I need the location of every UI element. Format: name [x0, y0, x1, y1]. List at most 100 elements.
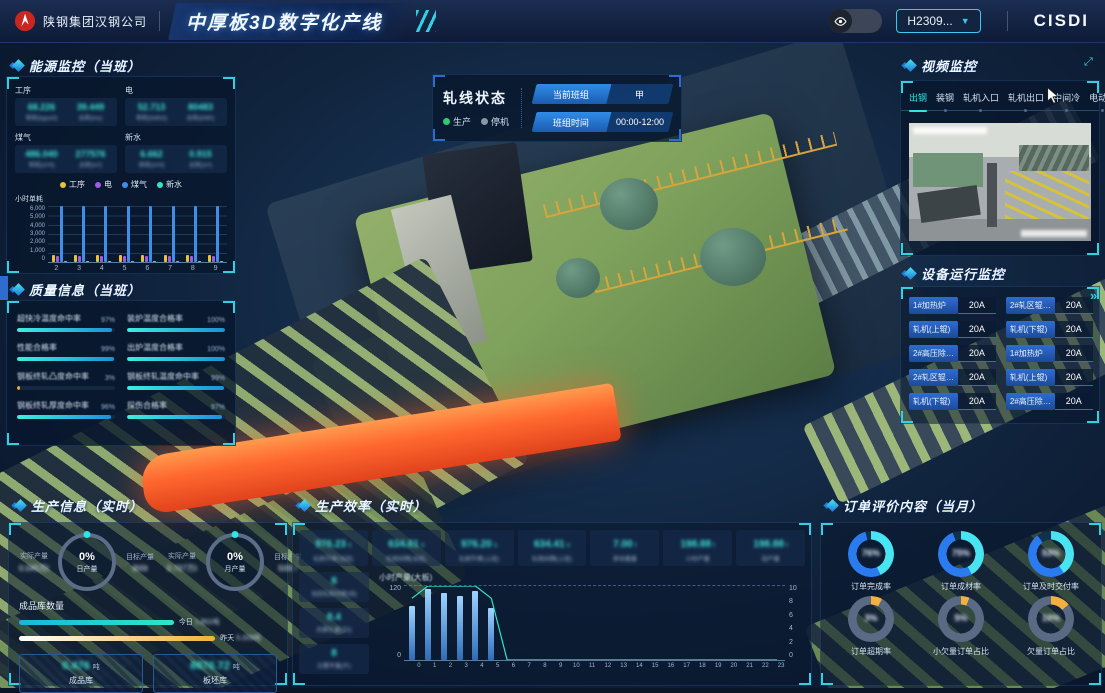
cctv-equipment — [917, 185, 981, 223]
company-name: 陕钢集团汉钢公司 — [43, 13, 147, 30]
order-overdue-donut: 3% 订单超期率 — [827, 596, 915, 657]
quality-item: 钢板终轧凸度命中率3% — [17, 371, 115, 390]
diamond-icon — [12, 59, 25, 72]
video-expand-icon[interactable]: ⤢ — [1084, 56, 1093, 69]
dotted-divider — [521, 88, 522, 128]
energy-group-gas: 煤气 486.040单耗(m³/t) 277576总耗(m³) — [15, 132, 117, 173]
legend-dot — [60, 182, 66, 188]
monthly-output-gauge-group: 实际产量0.767万t 0% 月产量 目标产量5000t — [161, 533, 309, 591]
company-logo: 陕钢集团汉钢公司 — [14, 10, 147, 32]
quality-item: 性能合格率99% — [17, 342, 115, 361]
camera-name-overlay — [1021, 230, 1087, 237]
camera-tabs: 出钢 装钢 轧机入口 轧机出口 中间冷 电动热 — [901, 81, 1099, 111]
quality-panel-title: 质量信息（当班） — [29, 280, 141, 299]
diamond-icon — [826, 499, 839, 512]
orders-panel: 76% 订单完成率 75% 订单成材率 53% 订单及时交付率 3% 订单超期率… — [820, 522, 1102, 686]
production-panel-title: 生产信息（实时） — [31, 496, 143, 515]
equipment-item[interactable]: 轧机(下辊)20A — [909, 393, 996, 410]
orders-panel-header: 订单评价内容（当月） — [828, 496, 983, 515]
legend-dot — [157, 182, 163, 188]
equipment-item[interactable]: 轧机(下辊)20A — [1006, 321, 1093, 338]
current-shift-ribbon: 当前班组 甲 — [532, 84, 674, 104]
legend-production: 生产 — [443, 115, 471, 128]
hourly-chart-yaxis: 120 0 — [379, 585, 404, 659]
camera-timestamp-overlay — [913, 127, 987, 134]
gauge-dot-icon — [84, 531, 91, 538]
shortage-orders-donut: 10% 欠量订单占比 — [1007, 596, 1095, 657]
efficiency-stat-card: 976.23s轧制节奏(当班) — [299, 530, 368, 566]
divider — [159, 11, 160, 31]
energy-chart-xaxis: 23456789 — [45, 265, 227, 272]
cctv-machines — [1019, 145, 1089, 171]
efficiency-stat-card: 634.61s轧制间隔(当班) — [372, 530, 441, 566]
inventory-title: 成品库数量 — [9, 597, 287, 614]
efficiency-stat-card: 976.20s轧制节奏(上班) — [445, 530, 514, 566]
legend-dot — [122, 182, 128, 188]
energy-group-process: 工序 68.226单耗(kgce/t) 39.449总耗(tce) — [15, 85, 117, 126]
company-logo-icon — [14, 10, 36, 32]
energy-panel-header: 能源监控（当班） — [14, 56, 141, 75]
energy-chart-legend: 工序 电 煤气 新水 — [7, 179, 235, 190]
energy-chart-yaxis: 6,0005,0004,0003,0002,0001,0000 — [15, 206, 48, 262]
line-status-title: 轧线状态 — [443, 88, 509, 108]
equipment-item[interactable]: 轧机(上辊)20A — [909, 321, 996, 338]
small-shortage-orders-donut: 5% 小欠量订单占比 — [917, 596, 1005, 657]
legend-stopped: 停机 — [481, 115, 509, 128]
mill-cylinder — [600, 178, 658, 230]
energy-hourly-chart: 小时单耗 6,0005,0004,0003,0002,0001,0000 234… — [7, 190, 235, 272]
equipment-item[interactable]: 2#高压除…20A — [1006, 393, 1093, 410]
mill-cylinder — [700, 228, 766, 286]
order-ontime-delivery-donut: 53% 订单及时交付率 — [1007, 531, 1095, 592]
efficiency-stat-card: 198.88t班产量 — [736, 530, 805, 566]
equipment-item[interactable]: 1#加热炉20A — [909, 297, 996, 314]
order-completion-donut: 76% 订单完成率 — [827, 531, 915, 592]
hourly-chart-right-yaxis: 1086420 — [785, 585, 805, 659]
monthly-output-gauge: 0% 月产量 — [206, 533, 264, 591]
quality-item: 钢板终轧温度命中率99% — [127, 371, 225, 390]
quality-item: 超快冷温度命中率97% — [17, 313, 115, 332]
equipment-item[interactable]: 2#轧区辊…20A — [909, 369, 996, 386]
efficiency-panel-title: 生产效率（实时） — [315, 496, 427, 515]
orders-panel-title: 订单评价内容（当月） — [843, 496, 983, 515]
energy-chart-plot — [48, 206, 227, 263]
equipment-panel-header: 设备运行监控 — [906, 264, 1005, 283]
equipment-item[interactable]: 1#加热炉20A — [1006, 345, 1093, 362]
heat-number-dropdown[interactable]: H2309... ▼ — [896, 9, 980, 33]
slab-warehouse-card: 8876.72吨 板坯库 — [153, 654, 277, 693]
green-dot-icon — [443, 118, 450, 125]
legend-dot — [95, 182, 101, 188]
app-title-banner: 中厚板3D数字化产线 — [168, 3, 412, 40]
cctv-machines — [913, 153, 983, 187]
equipment-item[interactable]: 2#轧区辊…20A — [1006, 297, 1093, 314]
equipment-item[interactable]: 2#高压除…20A — [909, 345, 996, 362]
top-bar: 陕钢集团汉钢公司 中厚板3D数字化产线 H2309... ▼ CISDI — [0, 0, 1105, 43]
quality-panel: 超快冷温度命中率97% 装炉温度合格率100% 性能合格率99% 出炉温度合格率… — [6, 300, 236, 446]
tab-charging[interactable]: 装钢 — [936, 91, 954, 110]
panel-expand-arrow-icon[interactable]: » — [1090, 288, 1097, 303]
hourly-chart-xaxis: 01234567891011121314151617181920212223 — [411, 663, 789, 669]
tab-mill-exit[interactable]: 轧机出口 — [1008, 91, 1044, 110]
decor-slashes — [416, 10, 436, 32]
tab-tapping[interactable]: 出钢 — [909, 91, 927, 110]
efficiency-stat-card: 198.88t小时产量 — [663, 530, 732, 566]
inventory-bar-today: 今日1.801吨 — [9, 614, 287, 630]
hourly-chart-plot — [404, 585, 785, 661]
eye-icon — [828, 9, 852, 33]
cctv-video-thumbnail[interactable] — [909, 123, 1091, 241]
diamond-icon — [904, 59, 917, 72]
line-status-panel: 轧线状态 生产 停机 当前班组 甲 班组时间 00:00-12:00 — [432, 74, 682, 142]
energy-group-water: 新水 6.662单耗(m³/t) 0.915总耗(m³) — [125, 132, 227, 173]
equipment-panel: 1#加热炉20A 2#轧区辊…20A 轧机(上辊)20A 轧机(下辊)20A 2… — [900, 286, 1100, 424]
tab-electric-heat[interactable]: 电动热 — [1089, 91, 1105, 110]
equipment-item[interactable]: 轧机(上辊)20A — [1006, 369, 1093, 386]
diamond-icon — [298, 499, 311, 512]
visibility-toggle[interactable] — [828, 9, 882, 33]
daily-output-gauge: 0% 日产量 — [58, 533, 116, 591]
diamond-icon — [12, 283, 25, 296]
app-title: 中厚板3D数字化产线 — [186, 8, 382, 35]
quality-item: 钢板终轧厚度命中率96% — [17, 400, 115, 419]
quality-panel-header: 质量信息（当班） — [14, 280, 141, 299]
video-panel: 出钢 装钢 轧机入口 轧机出口 中间冷 电动热 — [900, 80, 1100, 256]
tab-mill-entry[interactable]: 轧机入口 — [963, 91, 999, 110]
edge-tab[interactable] — [0, 276, 8, 300]
